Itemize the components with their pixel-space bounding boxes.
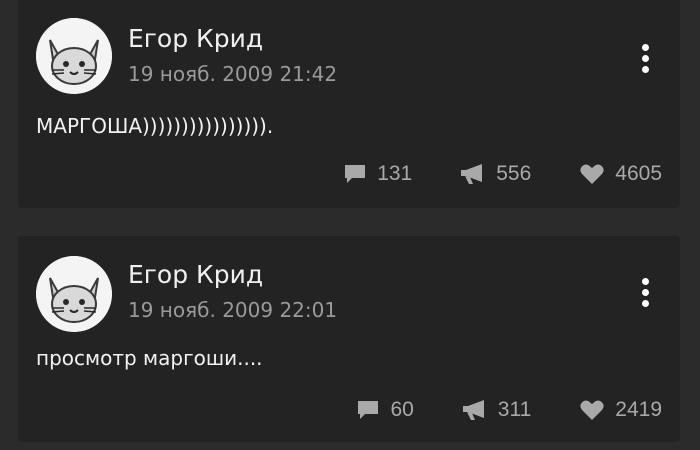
likes-count: 2419 [615,398,662,421]
repost-button[interactable]: 556 [460,162,531,186]
reposts-count: 556 [496,162,532,185]
feed: Егор Крид 19 нояб. 2009 21:42 МАРГОША)))… [0,0,700,450]
more-vertical-icon [641,43,649,51]
comment-icon [345,165,366,183]
menu-dot [641,288,649,296]
more-vertical-icon [641,277,649,285]
post-card: Егор Крид 19 нояб. 2009 21:42 МАРГОША)))… [18,0,680,208]
author-name[interactable]: Егор Крид [128,24,263,54]
cat-face-icon [36,256,112,332]
reposts-count: 311 [497,398,532,421]
cat-face-icon [36,18,112,94]
more-options-button[interactable] [630,38,660,78]
heart-icon [580,164,604,184]
avatar[interactable] [36,18,112,94]
menu-dot [641,299,649,307]
post-date: 19 нояб. 2009 21:42 [128,62,338,86]
comments-button[interactable]: 60 [356,398,414,422]
comments-count: 60 [390,398,414,421]
post-text: просмотр маргоши.... [36,346,263,370]
like-button[interactable]: 2419 [579,398,662,422]
author-name[interactable]: Егор Крид [128,260,263,290]
post-date: 19 нояб. 2009 22:01 [128,298,338,322]
comments-count: 131 [377,162,413,185]
megaphone-icon [462,400,484,420]
post-card: Егор Крид 19 нояб. 2009 22:01 просмотр м… [18,236,680,442]
comments-button[interactable]: 131 [343,162,412,186]
megaphone-icon [461,164,483,184]
like-button[interactable]: 4605 [579,162,662,186]
post-text: МАРГОША)))))))))))))))). [36,114,274,138]
menu-dot [641,65,649,73]
post-actions: 131 556 4605 [343,159,662,189]
menu-dot [641,54,649,62]
avatar[interactable] [36,256,112,332]
post-actions: 60 311 2419 [356,395,662,425]
likes-count: 4605 [615,162,662,185]
comment-icon [358,401,379,419]
heart-icon [580,400,604,420]
repost-button[interactable]: 311 [462,398,531,422]
more-options-button[interactable] [630,272,660,312]
